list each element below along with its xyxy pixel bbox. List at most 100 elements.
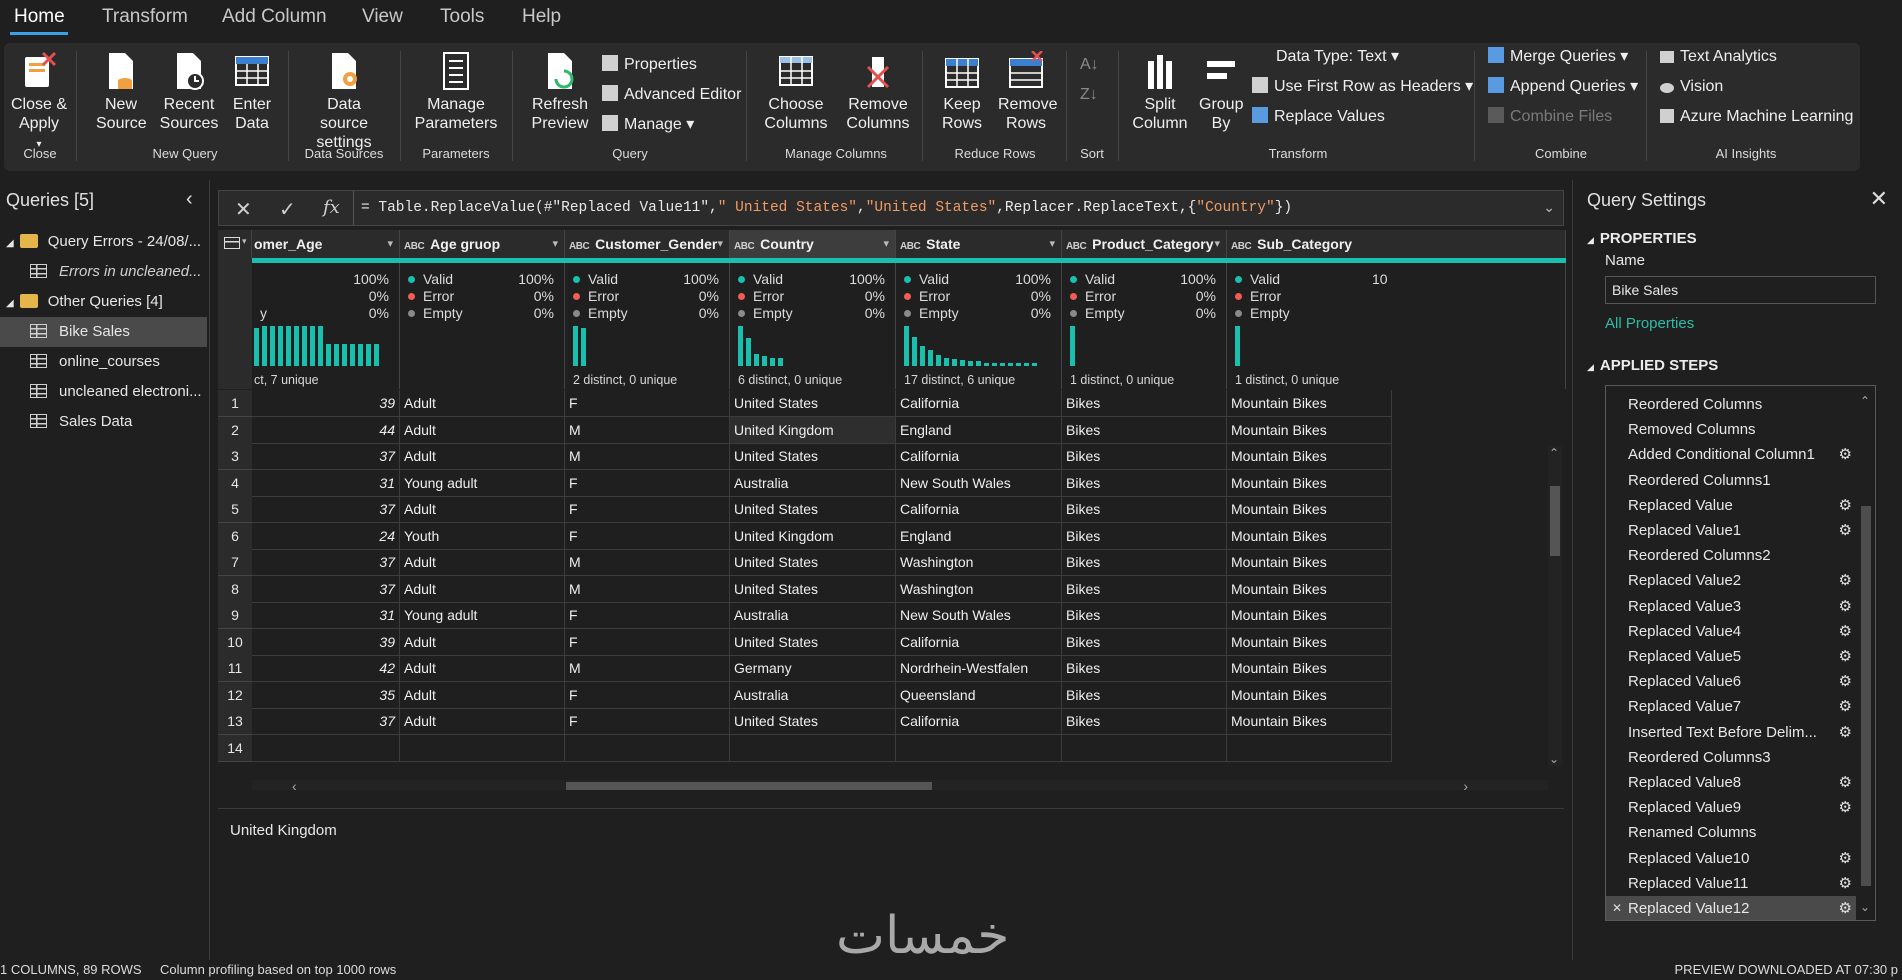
row-number[interactable]: 5	[218, 496, 252, 523]
query-item-errors[interactable]: Errors in uncleaned...	[0, 257, 207, 287]
table-cell[interactable]: Germany	[730, 655, 896, 682]
query-item-sales-data[interactable]: Sales Data	[0, 407, 207, 437]
sort-ascending-button[interactable]: A↓	[1080, 55, 1099, 75]
table-cell[interactable]: Adult	[400, 549, 565, 576]
step-settings-gear-icon[interactable]: ⚙	[1839, 644, 1852, 669]
table-cell[interactable]: 37	[252, 575, 400, 603]
step-settings-gear-icon[interactable]: ⚙	[1839, 770, 1852, 795]
table-cell[interactable]: 37	[252, 443, 400, 470]
table-cell[interactable]: United States	[730, 549, 896, 576]
table-cell[interactable]: Adult	[400, 708, 565, 735]
applied-step[interactable]: Replaced Value6 ⚙	[1606, 669, 1856, 694]
steps-scroll-thumb[interactable]	[1861, 506, 1871, 886]
fx-icon[interactable]: fx	[323, 197, 340, 218]
sort-descending-button[interactable]: Z↓	[1080, 85, 1098, 105]
vertical-scroll-thumb[interactable]	[1550, 486, 1560, 556]
close-icon[interactable]: ✕	[1870, 186, 1888, 212]
table-cell[interactable]: Bikes	[1062, 416, 1227, 444]
table-cell[interactable]: Mountain Bikes	[1227, 549, 1392, 576]
step-settings-gear-icon[interactable]: ⚙	[1839, 871, 1852, 896]
applied-step[interactable]: Added Conditional Column1 ⚙	[1606, 442, 1856, 467]
table-cell[interactable]: California	[896, 708, 1062, 735]
table-cell[interactable]: Mountain Bikes	[1227, 496, 1392, 523]
table-cell[interactable]: Youth	[400, 522, 565, 550]
expand-formula-icon[interactable]: ⌄	[1543, 199, 1555, 216]
horizontal-scrollbar[interactable]: ‹ ›	[252, 778, 1548, 790]
column-header-state[interactable]: ABC State ▾	[896, 230, 1062, 258]
use-first-row-button[interactable]: Use First Row as Headers ▾	[1252, 77, 1473, 97]
row-number[interactable]: 8	[218, 575, 252, 603]
table-cell[interactable]: Australia	[730, 681, 896, 709]
table-cell[interactable]: F	[565, 469, 730, 497]
steps-scrollbar[interactable]: ⌃ ⌄	[1857, 386, 1875, 920]
table-cell[interactable]: Australia	[730, 602, 896, 629]
column-filter-icon[interactable]: ▾	[1214, 230, 1220, 258]
query-item-uncleaned-electronics[interactable]: uncleaned electroni...	[0, 377, 207, 407]
table-cell[interactable]: Mountain Bikes	[1227, 681, 1392, 709]
table-cell[interactable]: Adult	[400, 575, 565, 603]
step-settings-gear-icon[interactable]: ⚙	[1839, 896, 1852, 920]
all-properties-link[interactable]: All Properties	[1605, 315, 1694, 332]
tab-transform[interactable]: Transform	[100, 6, 190, 28]
table-cell[interactable]: M	[565, 655, 730, 682]
query-folder-other[interactable]: ◢ Other Queries [4]	[0, 287, 207, 317]
table-cell[interactable]: California	[896, 496, 1062, 523]
tab-home[interactable]: Home	[12, 6, 67, 28]
table-cell[interactable]: Bikes	[1062, 708, 1227, 735]
table-cell[interactable]	[896, 734, 1062, 762]
table-cell[interactable]: Mountain Bikes	[1227, 655, 1392, 682]
scroll-down-icon[interactable]: ⌄	[1860, 900, 1870, 914]
table-cell[interactable]: California	[896, 628, 1062, 656]
table-cell[interactable]: California	[896, 443, 1062, 470]
table-cell[interactable]: Bikes	[1062, 602, 1227, 629]
horizontal-scroll-thumb[interactable]	[566, 782, 932, 790]
applied-step[interactable]: Renamed Columns	[1606, 820, 1856, 845]
merge-queries-button[interactable]: Merge Queries ▾	[1488, 47, 1628, 67]
properties-button[interactable]: Properties	[602, 55, 697, 75]
table-cell[interactable]: Mountain Bikes	[1227, 416, 1392, 444]
table-cell[interactable]: 31	[252, 602, 400, 629]
confirm-formula-icon[interactable]: ✓	[279, 197, 296, 222]
row-number[interactable]: 14	[218, 734, 252, 762]
column-filter-icon[interactable]: ▾	[387, 230, 393, 258]
table-menu-button[interactable]: ▾	[218, 230, 252, 258]
applied-step[interactable]: Replaced Value3 ⚙	[1606, 594, 1856, 619]
applied-step[interactable]: Reordered Columns2	[1606, 543, 1856, 568]
table-cell[interactable]	[252, 734, 400, 762]
table-cell[interactable]: F	[565, 708, 730, 735]
data-type-dropdown[interactable]: Data Type: Text ▾	[1276, 47, 1399, 67]
table-cell[interactable]: United States	[730, 628, 896, 656]
applied-step[interactable]: Reordered Columns	[1606, 392, 1856, 417]
step-settings-gear-icon[interactable]: ⚙	[1839, 568, 1852, 593]
table-cell[interactable]: Washington	[896, 549, 1062, 576]
table-cell[interactable]: Mountain Bikes	[1227, 469, 1392, 497]
refresh-preview-button[interactable]: Refresh Preview	[520, 51, 600, 133]
table-cell[interactable]	[1062, 734, 1227, 762]
step-settings-gear-icon[interactable]: ⚙	[1839, 720, 1852, 745]
column-header-customer-gender[interactable]: ABC Customer_Gender ▾	[565, 230, 730, 258]
table-cell[interactable]: New South Wales	[896, 469, 1062, 497]
enter-data-button[interactable]: Enter Data	[226, 51, 278, 133]
query-name-input[interactable]: Bike Sales	[1605, 276, 1876, 304]
table-cell[interactable]	[400, 734, 565, 762]
table-cell[interactable]	[565, 734, 730, 762]
table-cell[interactable]: 35	[252, 681, 400, 709]
table-cell[interactable]: F	[565, 496, 730, 523]
table-cell[interactable]: 24	[252, 522, 400, 550]
column-header-sub-category[interactable]: ABC Sub_Category	[1227, 230, 1566, 258]
scroll-right-icon[interactable]: ›	[1463, 778, 1468, 790]
table-cell[interactable]: England	[896, 416, 1062, 444]
step-settings-gear-icon[interactable]: ⚙	[1839, 619, 1852, 644]
column-filter-icon[interactable]: ▾	[552, 230, 558, 258]
table-cell[interactable]: Adult	[400, 390, 565, 417]
table-cell[interactable]: 39	[252, 390, 400, 417]
applied-step[interactable]: Replaced Value9 ⚙	[1606, 795, 1856, 820]
table-cell[interactable]: Bikes	[1062, 390, 1227, 417]
table-cell[interactable]: Bikes	[1062, 549, 1227, 576]
table-cell[interactable]: California	[896, 390, 1062, 417]
table-cell[interactable]: Mountain Bikes	[1227, 628, 1392, 656]
step-settings-gear-icon[interactable]: ⚙	[1839, 518, 1852, 543]
close-apply-button[interactable]: Close & Apply ▾	[8, 51, 70, 154]
collapse-pane-icon[interactable]: ‹	[186, 188, 193, 211]
table-cell[interactable]: F	[565, 628, 730, 656]
